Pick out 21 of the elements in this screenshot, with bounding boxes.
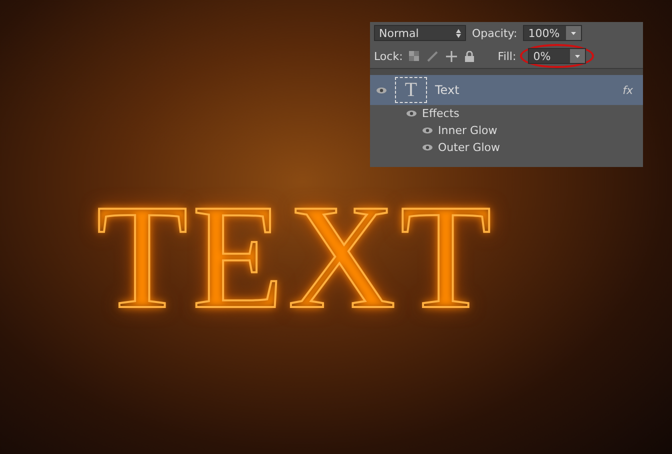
layer-row[interactable]: T Text fx	[370, 75, 643, 105]
eye-icon[interactable]	[406, 110, 417, 117]
stepper-arrows-icon[interactable]	[456, 28, 461, 38]
lock-label: Lock:	[374, 50, 403, 62]
layer-thumbnail: T	[395, 77, 427, 103]
checkerboard-icon[interactable]	[408, 50, 419, 60]
eye-icon[interactable]	[376, 86, 387, 94]
fill-label: Fill:	[498, 50, 516, 62]
blend-mode-dropdown[interactable]: Normal	[374, 25, 466, 41]
layer-name: Text	[435, 83, 460, 97]
eye-icon[interactable]	[422, 144, 433, 151]
opacity-label: Opacity:	[472, 26, 518, 40]
effect-label[interactable]: Effects	[422, 107, 460, 120]
move-icon[interactable]	[446, 50, 457, 62]
effect-label[interactable]: Outer Glow	[438, 141, 500, 154]
brush-icon[interactable]	[426, 50, 438, 62]
eye-icon[interactable]	[422, 127, 433, 134]
fx-label: fx	[622, 84, 633, 96]
glowing-text-artwork: TEXT	[96, 182, 496, 332]
effect-label[interactable]: Inner Glow	[438, 124, 498, 137]
padlock-icon[interactable]	[464, 50, 474, 62]
